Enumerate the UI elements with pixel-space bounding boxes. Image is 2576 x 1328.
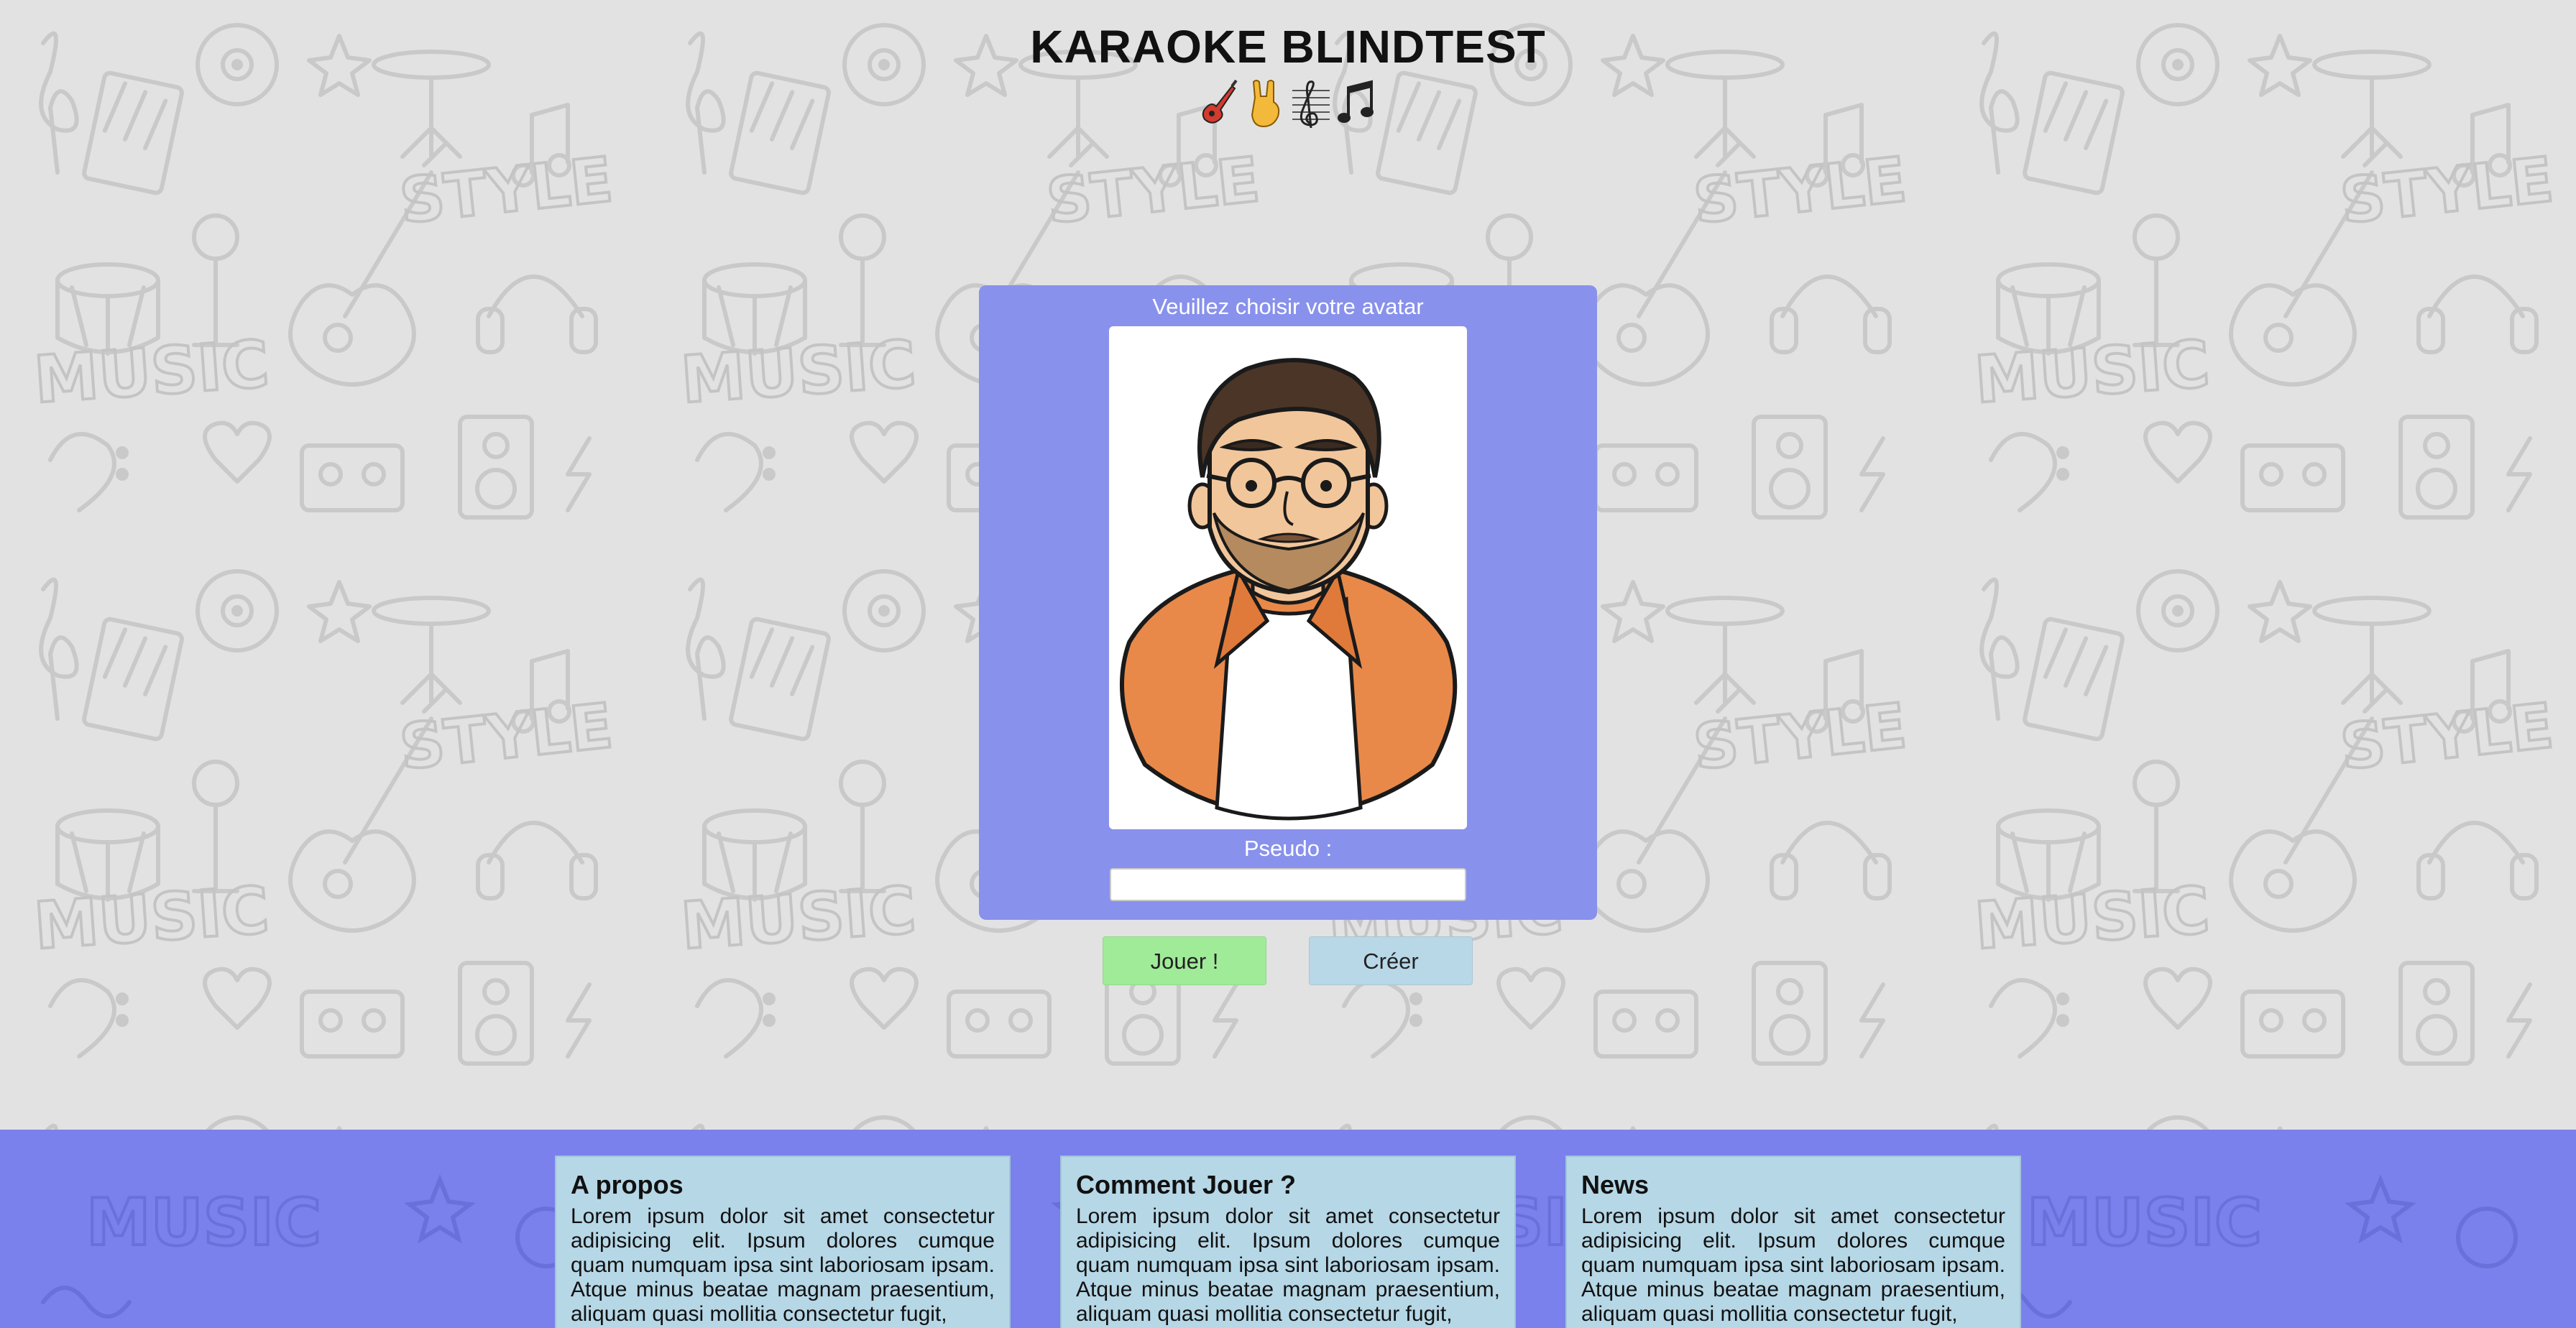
music-notes-icon	[1338, 80, 1374, 123]
create-button[interactable]: Créer	[1309, 936, 1473, 985]
pseudo-input[interactable]	[1110, 868, 1466, 901]
news-section: News Lorem ipsum dolor sit amet consecte…	[1565, 1156, 2021, 1328]
avatar-image	[1119, 358, 1458, 821]
guitar-icon	[1202, 79, 1238, 124]
section-text: Lorem ipsum dolor sit amet consectetur a…	[1581, 1204, 2005, 1326]
section-title: Comment Jouer ?	[1076, 1170, 1297, 1199]
section-title: A propos	[571, 1170, 684, 1199]
treble-clef-icon	[1292, 80, 1330, 128]
how-to-play-section: Comment Jouer ? Lorem ipsum dolor sit am…	[1060, 1156, 1516, 1328]
avatar-prompt: Veuillez choisir votre avatar	[1152, 294, 1424, 319]
rock-hand-icon	[1251, 80, 1280, 128]
section-text: Lorem ipsum dolor sit amet consectetur a…	[1076, 1204, 1500, 1326]
emoji-row	[0, 76, 2576, 131]
section-title: News	[1581, 1170, 1650, 1199]
pseudo-label: Pseudo :	[1243, 836, 1333, 861]
footer: MUSIC A propos Lorem ipsum dolor sit ame…	[0, 1130, 2576, 1328]
page: KARAOKE BLINDTEST Veuillez choisir votre…	[0, 0, 2576, 1328]
section-text: Lorem ipsum dolor sit amet consectetur a…	[571, 1204, 995, 1326]
avatar-card: Veuillez choisir votre avatar Pseudo:	[979, 285, 1597, 920]
page-title: KARAOKE BLINDTEST	[1030, 21, 1546, 73]
avatar-picker[interactable]	[1109, 326, 1467, 829]
play-button[interactable]: Jouer !	[1103, 936, 1266, 985]
about-section: A propos Lorem ipsum dolor sit amet cons…	[555, 1156, 1011, 1328]
